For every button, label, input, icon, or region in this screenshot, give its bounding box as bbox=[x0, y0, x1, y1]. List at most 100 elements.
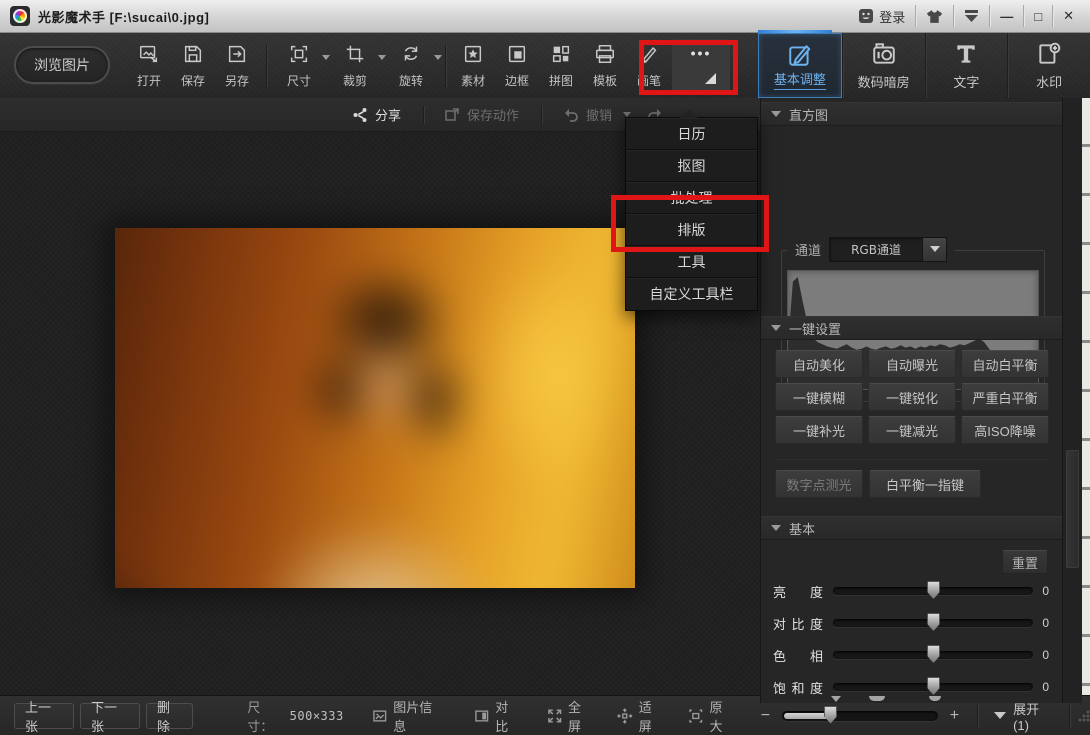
hue-value: 0 bbox=[1042, 648, 1049, 662]
image-info-button[interactable]: 图片信息 bbox=[372, 697, 444, 735]
onekey-section-header[interactable]: 一键设置 bbox=[761, 316, 1063, 340]
right-panel: 直方图 通道 RGB通道 一键设置 自动美化 自动曝光 自动白平衡 一键模糊 一… bbox=[760, 98, 1062, 703]
minimize-icon: — bbox=[1000, 9, 1013, 24]
expand-panel-button[interactable]: 展开(1) bbox=[994, 699, 1053, 733]
high-iso-denoise-button[interactable]: 高ISO降噪 bbox=[961, 416, 1049, 444]
fit-screen-button[interactable]: 适屏 bbox=[617, 697, 664, 735]
slider-thumb[interactable] bbox=[927, 677, 940, 695]
size-value: 500×333 bbox=[290, 709, 344, 723]
material-label: 素材 bbox=[461, 72, 485, 89]
basic-section-header[interactable]: 基本 bbox=[761, 516, 1063, 540]
onekey-title: 一键设置 bbox=[789, 319, 841, 338]
more-dots-icon: ••• bbox=[672, 45, 730, 61]
browse-images-button[interactable]: 浏览图片 bbox=[14, 46, 110, 84]
reset-button[interactable]: 重置 bbox=[1002, 550, 1048, 574]
crop-caret-icon[interactable] bbox=[378, 55, 386, 60]
zoom-in-button[interactable]: + bbox=[950, 707, 959, 725]
histogram-section-header[interactable]: 直方图 bbox=[761, 102, 1063, 126]
channel-caret-button[interactable] bbox=[922, 238, 946, 261]
open-button[interactable]: 打开 bbox=[128, 41, 170, 91]
panel-scrollbar[interactable] bbox=[1062, 98, 1082, 703]
fullscreen-button[interactable]: 全屏 bbox=[547, 697, 594, 735]
auto-white-balance-button[interactable]: 自动白平衡 bbox=[961, 350, 1049, 378]
previous-image-button[interactable]: 上一张 bbox=[14, 703, 74, 729]
tab-basic-adjust[interactable]: 基本调整 bbox=[758, 33, 842, 98]
menu-item-calendar[interactable]: 日历 bbox=[626, 118, 757, 150]
next-image-button[interactable]: 下一张 bbox=[80, 703, 140, 729]
save-button[interactable]: 保存 bbox=[172, 41, 214, 91]
channel-value: RGB通道 bbox=[830, 241, 922, 258]
hue-slider[interactable] bbox=[833, 651, 1033, 659]
undo-button[interactable]: 撤销 bbox=[562, 105, 631, 124]
brush-icon bbox=[638, 43, 660, 65]
tab-watermark[interactable]: 水印 bbox=[1007, 33, 1090, 98]
slider-thumb[interactable] bbox=[927, 645, 940, 663]
one-key-fill-light-button[interactable]: 一键补光 bbox=[775, 416, 863, 444]
rotate-caret-icon[interactable] bbox=[434, 55, 442, 60]
digital-spot-meter-button[interactable]: 数字点测光 bbox=[775, 470, 863, 498]
original-size-button[interactable]: 原大 bbox=[688, 697, 735, 735]
border-button[interactable]: 边框 bbox=[496, 41, 538, 91]
one-key-blur-button[interactable]: 一键模糊 bbox=[775, 383, 863, 411]
channel-dropdown[interactable]: RGB通道 bbox=[829, 237, 947, 262]
crop-button[interactable]: 裁剪 bbox=[334, 41, 376, 91]
compare-button[interactable]: 对比 bbox=[474, 697, 521, 735]
more-tools-button[interactable]: ••• bbox=[672, 39, 730, 93]
tab-text[interactable]: 文字 bbox=[925, 33, 1008, 98]
resize-caret-icon[interactable] bbox=[322, 55, 330, 60]
slider-thumb[interactable] bbox=[927, 613, 940, 631]
maximize-button[interactable]: □ bbox=[1024, 0, 1052, 32]
one-key-sharpen-button[interactable]: 一键锐化 bbox=[868, 383, 956, 411]
statusbar-separator bbox=[977, 704, 978, 728]
brightness-value: 0 bbox=[1042, 584, 1049, 598]
one-key-reduce-light-button[interactable]: 一键减光 bbox=[868, 416, 956, 444]
undo-icon bbox=[562, 107, 579, 122]
shirt-icon bbox=[926, 9, 943, 24]
close-button[interactable]: ✕ bbox=[1053, 0, 1090, 32]
menu-item-tools[interactable]: 工具 bbox=[626, 246, 757, 278]
menu-item-layout[interactable]: 排版 bbox=[626, 214, 757, 246]
photo-preview[interactable] bbox=[115, 228, 635, 588]
save-action-button[interactable]: 保存动作 bbox=[444, 105, 519, 124]
zoom-slider-thumb[interactable] bbox=[824, 706, 837, 724]
size-label: 尺寸： bbox=[247, 697, 283, 735]
white-balance-one-touch-button[interactable]: 白平衡一指键 bbox=[869, 470, 981, 498]
zoom-out-button[interactable]: − bbox=[761, 707, 770, 725]
severe-white-balance-button[interactable]: 严重白平衡 bbox=[961, 383, 1049, 411]
brightness-slider[interactable] bbox=[833, 587, 1033, 595]
saturation-slider[interactable] bbox=[833, 683, 1033, 691]
slider-thumb[interactable] bbox=[927, 581, 940, 599]
minimize-button[interactable]: — bbox=[990, 0, 1023, 32]
tab-darkroom[interactable]: 数码暗房 bbox=[842, 33, 925, 98]
collage-label: 拼图 bbox=[549, 72, 573, 89]
contrast-slider[interactable] bbox=[833, 619, 1033, 627]
scrollbar-thumb[interactable] bbox=[1066, 450, 1079, 568]
login-button[interactable]: 登录 bbox=[848, 0, 915, 32]
more-tools-menu: 日历 抠图 批处理 排版 工具 自定义工具栏 bbox=[625, 117, 758, 311]
original-size-icon bbox=[688, 708, 704, 724]
collage-button[interactable]: 拼图 bbox=[540, 41, 582, 91]
material-button[interactable]: 素材 bbox=[452, 41, 494, 91]
rotate-icon bbox=[400, 43, 422, 65]
menu-item-customize-toolbar[interactable]: 自定义工具栏 bbox=[626, 278, 757, 310]
resize-grip[interactable] bbox=[1078, 710, 1090, 722]
compare-label: 对比 bbox=[495, 697, 520, 735]
menu-item-cutout[interactable]: 抠图 bbox=[626, 150, 757, 182]
save-as-button[interactable]: 另存 bbox=[216, 41, 258, 91]
hue-label: 色相 bbox=[773, 646, 823, 665]
delete-image-button[interactable]: 删除 bbox=[146, 703, 193, 729]
share-button[interactable]: 分享 bbox=[352, 105, 401, 124]
menu-chevron-button[interactable] bbox=[954, 0, 989, 32]
resize-button[interactable]: 尺寸 bbox=[278, 41, 320, 91]
menu-item-batch[interactable]: 批处理 bbox=[626, 182, 757, 214]
rotate-button[interactable]: 旋转 bbox=[390, 41, 432, 91]
save-action-label: 保存动作 bbox=[467, 105, 519, 124]
channel-label: 通道 bbox=[795, 240, 821, 259]
brush-button[interactable]: 画笔 bbox=[628, 41, 670, 91]
skin-button[interactable] bbox=[916, 0, 953, 32]
template-button[interactable]: 模板 bbox=[584, 41, 626, 91]
zoom-slider-fill bbox=[784, 713, 831, 719]
auto-exposure-button[interactable]: 自动曝光 bbox=[868, 350, 956, 378]
auto-beautify-button[interactable]: 自动美化 bbox=[775, 350, 863, 378]
zoom-slider[interactable] bbox=[782, 711, 938, 721]
